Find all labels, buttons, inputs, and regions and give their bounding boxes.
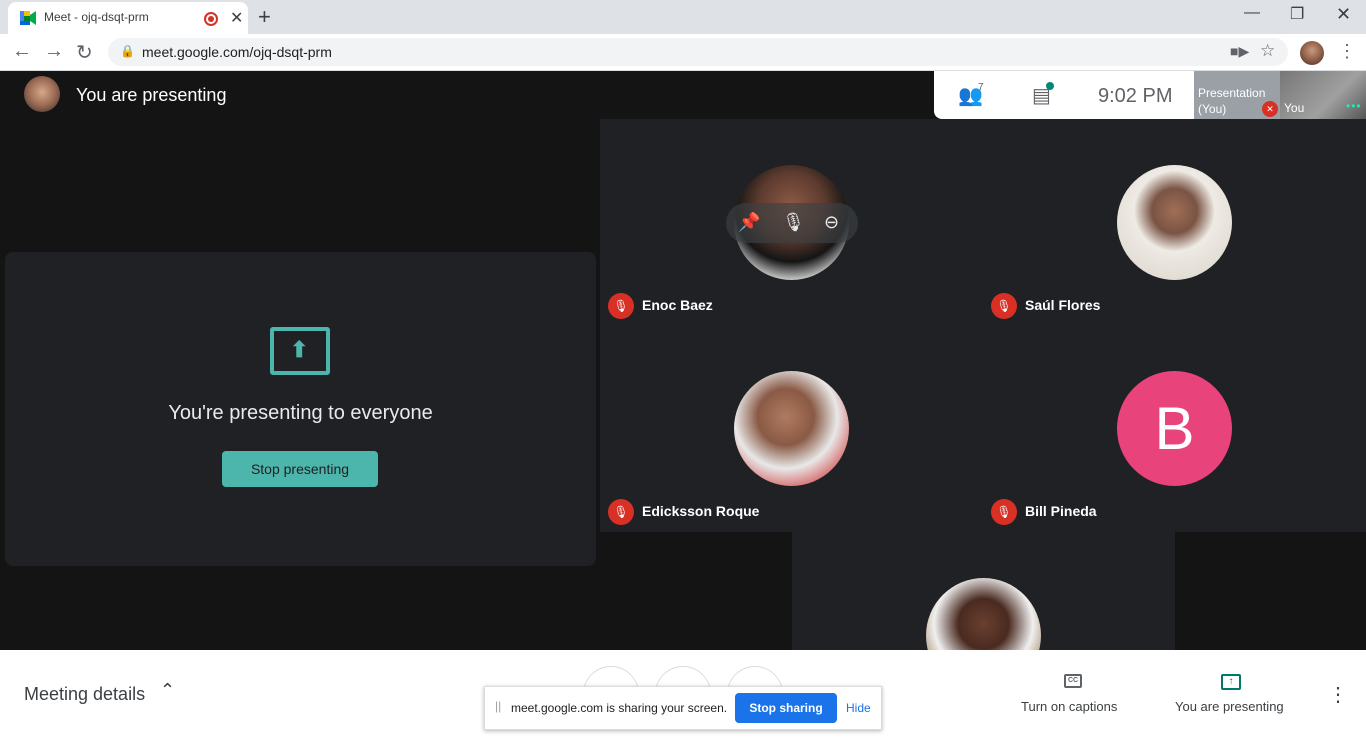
camera-in-use-icon[interactable]: ■▶: [1230, 43, 1249, 60]
chevron-up-icon[interactable]: ⌃: [160, 680, 175, 701]
share-banner-message: meet.google.com is sharing your screen.: [511, 701, 728, 715]
profile-avatar[interactable]: [1300, 41, 1324, 65]
muted-mic-icon: 🎙: [608, 293, 634, 319]
self-avatar: [24, 76, 60, 112]
audio-level-icon: •••: [1346, 99, 1362, 113]
participant-tile-edicksson-roque[interactable]: 🎙 Edicksson Roque: [600, 325, 983, 531]
participant-initial-avatar: B: [1117, 371, 1232, 486]
stop-sharing-button[interactable]: Stop sharing: [735, 693, 837, 723]
participant-video: [1117, 165, 1232, 280]
meeting-info-panel: 👥 7 ▤ 9:02 PM: [934, 71, 1194, 119]
bookmark-star-icon[interactable]: ☆: [1260, 41, 1275, 61]
muted-mic-icon: 🎙: [608, 499, 634, 525]
muted-speaker-icon: ✕: [1262, 101, 1278, 117]
captions-icon[interactable]: CC: [1064, 674, 1082, 688]
captions-button-label[interactable]: Turn on captions: [1021, 699, 1117, 714]
participant-video: [926, 578, 1041, 650]
tab-close-icon[interactable]: ✕: [230, 8, 243, 28]
address-bar[interactable]: 🔒 meet.google.com/ojq-dsqt-prm ■▶ ☆: [108, 38, 1288, 66]
stop-presenting-button[interactable]: Stop presenting: [222, 451, 378, 487]
participant-name: Edicksson Roque: [642, 503, 760, 519]
tile-hover-controls: 📌 🎙 ⊖: [726, 203, 858, 243]
present-screen-icon[interactable]: ↑: [1221, 674, 1241, 690]
new-tab-button[interactable]: +: [258, 4, 271, 30]
presenting-title: You are presenting: [76, 85, 227, 105]
drag-handle-icon[interactable]: ||: [495, 699, 501, 713]
meeting-clock: 9:02 PM: [1098, 85, 1173, 107]
chrome-menu-icon[interactable]: ⋮: [1338, 41, 1356, 62]
participant-tile-bill-pineda[interactable]: B 🎙 Bill Pineda: [983, 325, 1366, 531]
presenting-button-label[interactable]: You are presenting: [1175, 699, 1284, 714]
presenting-card: ⬆ You're presenting to everyone Stop pre…: [5, 252, 596, 566]
minimize-icon[interactable]: —: [1244, 4, 1260, 22]
participant-tile-partial[interactable]: [792, 532, 1175, 650]
meet-favicon-icon: [20, 11, 36, 25]
restore-icon[interactable]: ❐: [1290, 4, 1304, 24]
reload-icon[interactable]: ↻: [76, 40, 93, 65]
people-count: 7: [978, 82, 984, 93]
remove-participant-icon[interactable]: ⊖: [824, 212, 839, 233]
browser-tab[interactable]: Meet - ojq-dsqt-prm ✕: [8, 2, 248, 34]
hide-banner-link[interactable]: Hide: [846, 701, 871, 715]
participant-tile-saul-flores[interactable]: 🎙 Saúl Flores: [983, 119, 1366, 325]
participant-name: Bill Pineda: [1025, 503, 1097, 519]
back-arrow-icon[interactable]: ←: [12, 40, 32, 63]
participant-name: Enoc Baez: [642, 297, 713, 313]
participant-video: [734, 371, 849, 486]
window-close-icon[interactable]: ✕: [1336, 4, 1351, 25]
muted-mic-icon: 🎙: [991, 499, 1017, 525]
present-screen-icon: ⬆: [270, 327, 330, 375]
participant-tile-enoc-baez[interactable]: 📌 🎙 ⊖ 🎙 Enoc Baez: [600, 119, 983, 325]
presentation-thumbnail-label: Presentation (You): [1198, 86, 1266, 116]
recording-indicator-icon: [204, 12, 218, 26]
mute-mic-icon[interactable]: 🎙: [782, 212, 805, 233]
presenting-message: You're presenting to everyone: [168, 402, 433, 424]
lock-icon[interactable]: 🔒: [120, 44, 135, 58]
browser-toolbar: ← → ↻ 🔒 meet.google.com/ojq-dsqt-prm ■▶ …: [0, 34, 1366, 71]
participant-name: Saúl Flores: [1025, 297, 1101, 313]
self-thumbnail-label: You: [1284, 101, 1305, 115]
meeting-details-button[interactable]: Meeting details: [24, 684, 145, 705]
muted-mic-icon: 🎙: [991, 293, 1017, 319]
more-options-icon[interactable]: ⋮: [1328, 682, 1348, 707]
screen-share-banner: || meet.google.com is sharing your scree…: [484, 686, 882, 730]
pin-icon[interactable]: 📌: [738, 212, 760, 233]
browser-tab-strip: Meet - ojq-dsqt-prm ✕ + — ❐ ✕: [0, 0, 1366, 34]
presentation-thumbnail[interactable]: Presentation (You) ✕: [1194, 71, 1280, 119]
tab-title: Meet - ojq-dsqt-prm: [44, 10, 149, 24]
chat-notification-dot: [1046, 82, 1054, 90]
self-thumbnail[interactable]: You •••: [1280, 71, 1366, 119]
forward-arrow-icon[interactable]: →: [44, 40, 64, 63]
participant-grid: 📌 🎙 ⊖ 🎙 Enoc Baez 🎙 Saúl Flores 🎙 Edicks…: [600, 119, 1366, 532]
url-text[interactable]: meet.google.com/ojq-dsqt-prm: [142, 44, 332, 60]
